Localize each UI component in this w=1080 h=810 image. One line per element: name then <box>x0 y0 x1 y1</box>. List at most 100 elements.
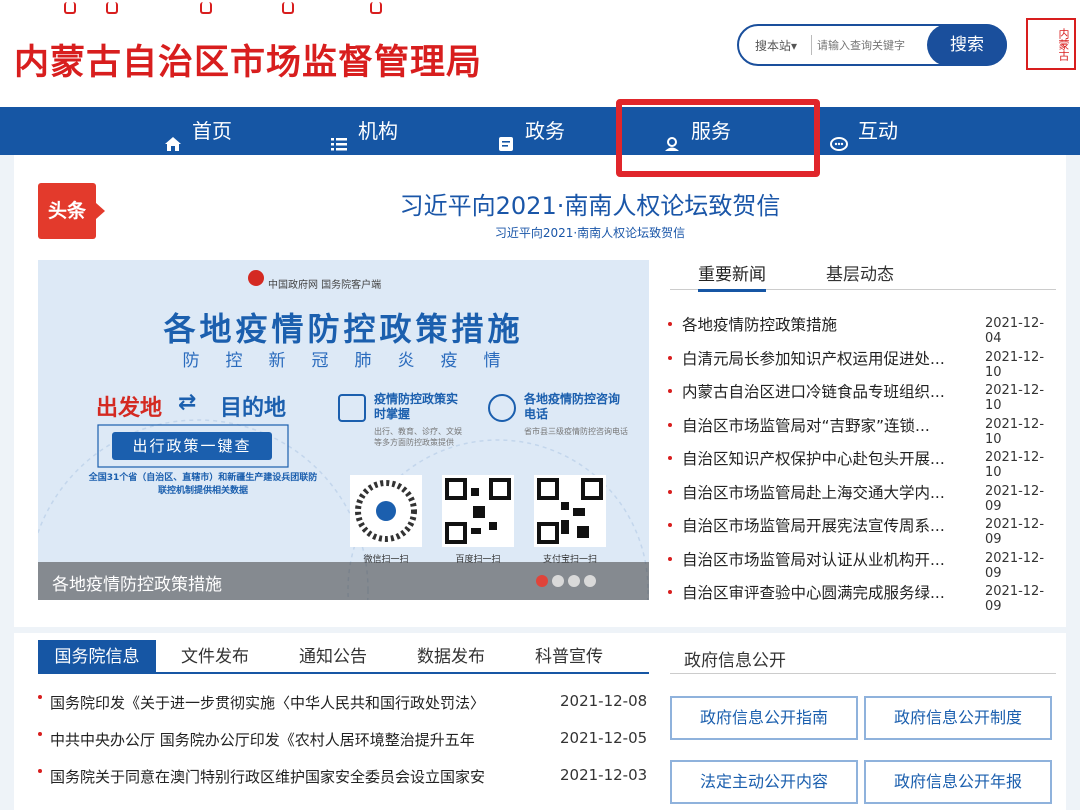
feature-desc: 省市县三级疫情防控咨询电话 <box>524 427 628 436</box>
gov-info-header: 政府信息公开 <box>670 640 1056 674</box>
nav-item-label: 首页 <box>192 119 232 143</box>
info-title[interactable]: 中共中央办公厅 国务院办公厅印发《农村人居环境整治提升五年 <box>50 729 530 750</box>
document-icon <box>497 122 515 151</box>
nav-item-label: 机构 <box>358 119 398 143</box>
bullet <box>668 489 672 494</box>
news-item[interactable]: 自治区知识产权保护中心赴包头开展... 2021-12-10 <box>668 444 1058 480</box>
news-item[interactable]: 自治区审评查验中心圆满完成服务绿... 2021-12-09 <box>668 578 1058 614</box>
search-input[interactable] <box>817 35 927 55</box>
bullet <box>668 355 672 360</box>
gov-info-annual-report-button[interactable]: 政府信息公开年报 <box>864 760 1052 804</box>
info-list: 国务院印发《关于进一步贯彻实施〈中华人民共和国行政处罚法〉 2021-12-08 … <box>38 686 649 797</box>
gov-info-title[interactable]: 政府信息公开 <box>684 646 786 671</box>
gov-info-rules-button[interactable]: 政府信息公开制度 <box>864 696 1052 740</box>
bullet <box>668 590 672 594</box>
right-gutter <box>1066 155 1080 810</box>
search-scope-dropdown[interactable]: 搜本站▾ <box>755 37 797 54</box>
news-date: 2021-12-09 <box>985 550 1045 581</box>
news-item[interactable]: 白清元局长参加知识产权运用促进处... 2021-12-10 <box>668 344 1058 380</box>
banner-policy-button[interactable]: 出行政策一键查 <box>112 432 272 460</box>
banner-carousel[interactable]: 中国政府网 国务院客户端 各地疫情防控政策措施 防控新冠肺炎疫情 出发地 ⇄ 目… <box>38 260 649 600</box>
news-date: 2021-12-10 <box>985 383 1045 413</box>
info-item[interactable]: 国务院印发《关于进一步贯彻实施〈中华人民共和国行政处罚法〉 2021-12-08 <box>38 686 649 723</box>
search-box: 搜本站▾ 搜索 <box>737 24 1007 66</box>
news-item[interactable]: 各地疫情防控政策措施 2021-12-04 <box>668 310 1058 346</box>
banner-subtitle: 防控新冠肺炎疫情 <box>182 351 527 371</box>
tab-local-news[interactable]: 基层动态 <box>826 260 894 285</box>
tab-important-news[interactable]: 重要新闻 <box>698 260 766 292</box>
news-title[interactable]: 自治区审评查验中心圆满完成服务绿... <box>682 581 972 603</box>
qr-code-wechat <box>350 475 422 547</box>
news-title[interactable]: 白清元局长参加知识产权运用促进处... <box>682 347 972 369</box>
news-title[interactable]: 内蒙古自治区进口冷链食品专班组织... <box>682 380 972 402</box>
mongolian-script-decoration <box>60 0 400 18</box>
news-item[interactable]: 内蒙古自治区进口冷链食品专班组织... 2021-12-10 <box>668 377 1058 413</box>
news-title[interactable]: 自治区市场监管局开展宪法宣传周系... <box>682 514 972 536</box>
info-item[interactable]: 国务院关于同意在澳门特别行政区维护国家安全委员会设立国家安 2021-12-03 <box>38 760 649 797</box>
bullet <box>668 456 672 460</box>
tab-data-release[interactable]: 数据发布 <box>392 640 510 674</box>
bullet <box>668 322 672 326</box>
site-title[interactable]: 内蒙古自治区市场监督管理局 <box>14 34 482 85</box>
news-title[interactable]: 自治区市场监管局对认证从业机构开... <box>682 548 972 570</box>
info-tabs: 国务院信息 文件发布 通知公告 数据发布 科普宣传 <box>38 640 649 674</box>
banner-caption[interactable]: 各地疫情防控政策措施 <box>52 570 222 595</box>
nav-item-label: 政务 <box>525 119 565 143</box>
tab-document-release[interactable]: 文件发布 <box>156 640 274 674</box>
site-header: 内蒙古自治区市场监督管理局 搜本站▾ 搜索 内蒙古 <box>0 0 1080 107</box>
banner-gov-logo: 中国政府网 国务院客户端 <box>268 280 382 291</box>
news-item[interactable]: 自治区市场监管局开展宪法宣传周系... 2021-12-09 <box>668 511 1058 547</box>
swap-arrows-icon: ⇄ <box>178 390 197 415</box>
tab-science-publicity[interactable]: 科普宣传 <box>510 640 628 674</box>
news-title[interactable]: 各地疫情防控政策措施 <box>682 313 972 335</box>
left-gutter <box>0 155 14 810</box>
news-item[interactable]: 自治区市场监管局对“吉野家”连锁... 2021-12-10 <box>668 411 1058 447</box>
headline-badge: 头条 <box>38 183 105 239</box>
info-title[interactable]: 国务院关于同意在澳门特别行政区维护国家安全委员会设立国家安 <box>50 766 530 787</box>
headline-subtitle[interactable]: 习近平向2021·南南人权论坛致贺信 <box>250 224 930 241</box>
nav-item-government-affairs[interactable]: 政务 <box>497 107 565 155</box>
news-date: 2021-12-09 <box>985 483 1045 514</box>
banner-title: 各地疫情防控政策措施 <box>163 310 524 348</box>
gov-info-disclosure-button[interactable]: 法定主动公开内容 <box>670 760 858 804</box>
nav-item-institutions[interactable]: 机构 <box>330 107 398 155</box>
search-divider <box>811 35 812 55</box>
news-item[interactable]: 自治区市场监管局赴上海交通大学内... 2021-12-09 <box>668 478 1058 514</box>
info-date: 2021-12-05 <box>560 729 648 747</box>
banner-to-label: 目的地 <box>220 396 287 421</box>
search-button[interactable]: 搜索 <box>927 24 1007 66</box>
carousel-dot[interactable] <box>568 575 580 587</box>
info-date: 2021-12-03 <box>560 766 648 784</box>
banner-feature-hotline: 各地疫情防控咨询电话 省市县三级疫情防控咨询电话 <box>488 392 628 437</box>
highlight-box <box>616 99 820 177</box>
carousel-dots <box>536 575 596 587</box>
main-nav: 首页 机构 政务 服务 互动 <box>0 107 1080 155</box>
banner-feature-policy: 疫情防控政策实时掌握 出行、教育、诊疗、文娱等多方面防控政策提供 <box>338 392 468 448</box>
news-tabs: 重要新闻 基层动态 <box>670 258 1056 292</box>
news-title[interactable]: 自治区市场监管局对“吉野家”连锁... <box>682 414 972 436</box>
info-date: 2021-12-08 <box>560 692 648 710</box>
news-date: 2021-12-09 <box>985 517 1045 547</box>
nav-item-interaction[interactable]: 互动 <box>830 107 898 155</box>
news-date: 2021-12-10 <box>985 416 1045 447</box>
carousel-dot[interactable] <box>552 575 564 587</box>
bullet <box>38 732 42 736</box>
gov-info-guide-button[interactable]: 政府信息公开指南 <box>670 696 858 740</box>
list-icon <box>330 122 348 151</box>
carousel-dot[interactable] <box>584 575 596 587</box>
news-date: 2021-12-10 <box>985 450 1045 480</box>
tab-state-council-info[interactable]: 国务院信息 <box>38 640 156 674</box>
phone-icon <box>488 394 516 422</box>
news-title[interactable]: 自治区知识产权保护中心赴包头开展... <box>682 447 972 469</box>
news-title[interactable]: 自治区市场监管局赴上海交通大学内... <box>682 481 972 503</box>
qr-code-baidu <box>442 475 514 547</box>
headline-title[interactable]: 习近平向2021·南南人权论坛致贺信 <box>250 186 930 221</box>
tab-notices[interactable]: 通知公告 <box>274 640 392 674</box>
nav-item-home[interactable]: 首页 <box>164 107 232 155</box>
carousel-dot[interactable] <box>536 575 548 587</box>
news-list: 各地疫情防控政策措施 2021-12-04 白清元局长参加知识产权运用促进处...… <box>668 310 1058 614</box>
info-title[interactable]: 国务院印发《关于进一步贯彻实施〈中华人民共和国行政处罚法〉 <box>50 692 530 713</box>
news-date: 2021-12-04 <box>985 316 1045 346</box>
news-item[interactable]: 自治区市场监管局对认证从业机构开... 2021-12-09 <box>668 545 1058 581</box>
info-item[interactable]: 中共中央办公厅 国务院办公厅印发《农村人居环境整治提升五年 2021-12-05 <box>38 723 649 760</box>
